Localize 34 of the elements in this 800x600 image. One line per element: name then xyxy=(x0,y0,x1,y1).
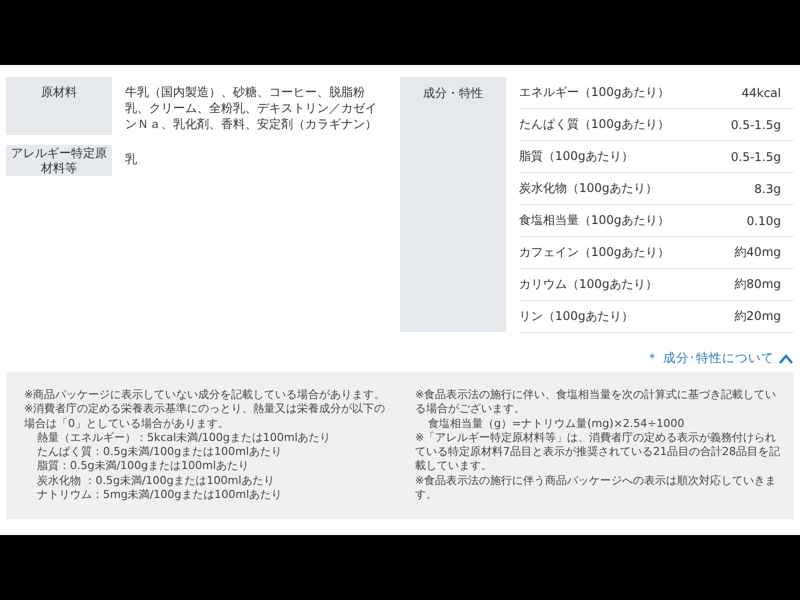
nutrient-name: たんぱく質（100gあたり） xyxy=(519,116,670,133)
row-header: 成分・特性 xyxy=(423,85,483,102)
note-text: ※消費者庁の定める栄養表示基準にのっとり、熱量又は栄養成分が以下の場合は「0」としている場合があります。 xyxy=(24,402,386,431)
nutrient-value: 8.3g xyxy=(754,182,781,196)
note-text: ※商品パッケージに表示していない成分を記載している場合があります。 xyxy=(24,388,386,402)
nutrient-name: リン（100gあたり） xyxy=(519,308,634,325)
nutrient-name: カリウム（100gあたり） xyxy=(519,276,658,293)
note-text: ナトリウム：5mg未満/100gまたは100mlあたり xyxy=(36,488,284,502)
note-text: 脂質：0.5g未満/100gまたは100mlあたり xyxy=(36,459,250,474)
nutrient-value: 約20mg xyxy=(734,308,781,325)
note-text: 食塩相当量（g）=ナトリウム量(mg)×2.54÷1000 xyxy=(427,416,686,431)
row-header: 原材料 xyxy=(6,77,112,135)
note-text: 炭水化物 ：0.5g未満/100gまたは100mlあたり xyxy=(36,474,276,488)
nutrient-value: 0.10g xyxy=(746,214,781,228)
nutrient-value: 0.5-1.5g xyxy=(730,150,781,164)
nutrient-name: 脂質（100gあたり） xyxy=(519,148,634,165)
ingredient-text: 牛乳（国内製造）、砂糖、コーヒー、脱脂粉乳、クリーム、全粉乳、デキストリン／カゼインＮａ、乳化剤、香料、安定剤（カラギナン） xyxy=(124,84,378,133)
row-header: アレルギー特定原材料等 xyxy=(6,145,112,176)
nutrient-name: 炭水化物（100gあたり） xyxy=(519,180,658,197)
nutrient-name: エネルギー（100gあたり） xyxy=(519,84,670,101)
nutrient-value: 44kcal xyxy=(741,86,781,100)
chevron-icon xyxy=(778,352,794,364)
nutrient-value: 約80mg xyxy=(734,276,781,293)
note-text: ※「アレルギー特定原材料等」は、消費者庁の定める表示が義務付けられている特定原材料7品目と表示が推奨されている21品目の合計28品目を記載しています。 xyxy=(415,430,780,474)
note-text: ※食品表示法の施行に伴う商品パッケージへの表示は順次対応していきます。 xyxy=(415,474,778,502)
note-text: ※食品表示法の施行に伴い、食塩相当量を次の計算式に基づき記載している場合がございます。 xyxy=(415,388,778,417)
nutrient-name: カフェイン（100gあたり） xyxy=(519,244,670,261)
ingredient-text: 乳 xyxy=(124,151,138,168)
nutrient-value: 0.5-1.5g xyxy=(730,118,781,132)
nutrient-name: 食塩相当量（100gあたり） xyxy=(519,212,670,229)
spec-toggle-link[interactable]: ＊ 成分･特性について xyxy=(646,350,794,367)
note-text: 熱量（エネルギー）：5kcal未満/100gまたは100mlあたり xyxy=(36,430,332,446)
note-text: たんぱく質：0.5g未満/100gまたは100mlあたり xyxy=(36,445,283,460)
nutrient-value: 約40mg xyxy=(734,244,781,261)
